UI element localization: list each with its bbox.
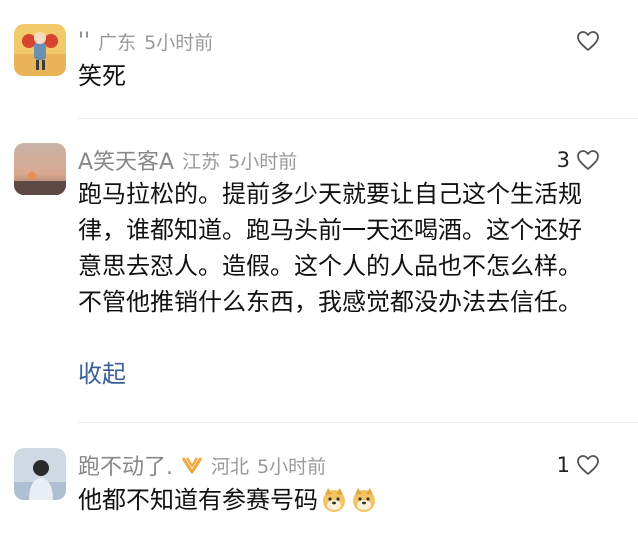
timestamp: 5小时前	[228, 150, 298, 173]
heart-icon	[577, 455, 599, 475]
comment-meta: 跑不动了. 河北 5小时前	[78, 448, 326, 482]
like-count: 3	[556, 148, 570, 172]
comment-text-row: 他都不知道有参赛号码	[78, 482, 598, 524]
heart-icon	[577, 31, 599, 51]
like-count: 1	[556, 453, 570, 477]
username[interactable]: 跑不动了.	[78, 449, 173, 481]
doge-emoji-icon	[350, 486, 378, 524]
avatar[interactable]	[14, 24, 66, 76]
like-button[interactable]: 3	[557, 143, 600, 177]
divider	[78, 422, 638, 423]
username[interactable]: ''	[78, 29, 90, 54]
location: 江苏	[182, 150, 221, 173]
location: 广东	[98, 31, 137, 54]
heart-icon	[577, 150, 599, 170]
sunset-avatar-icon	[14, 143, 66, 195]
comment-meta: '' 广东 5小时前	[78, 24, 213, 58]
comment-text: 跑马拉松的。提前多少天就要让自己这个生活规律，谁都知道。跑马头前一天还喝酒。这个…	[78, 180, 582, 316]
username[interactable]: A笑天客A	[78, 144, 174, 176]
avatar[interactable]	[14, 448, 66, 500]
location: 河北	[211, 455, 250, 478]
comment-text: 笑死	[78, 62, 126, 90]
like-button[interactable]: 1	[557, 448, 600, 482]
doge-emoji-icon	[320, 486, 348, 524]
comment-meta: A笑天客A 江苏 5小时前	[78, 143, 297, 177]
cartoon-avatar-icon	[14, 24, 66, 76]
avatar[interactable]	[14, 143, 66, 195]
like-button[interactable]	[570, 24, 600, 58]
timestamp: 5小时前	[144, 31, 214, 54]
vip-badge-icon	[181, 456, 203, 474]
comment-text: 他都不知道有参赛号码	[78, 486, 318, 514]
timestamp: 5小时前	[257, 455, 327, 478]
divider	[78, 118, 638, 119]
portrait-avatar-icon	[14, 448, 66, 500]
collapse-link[interactable]: 收起	[78, 356, 126, 392]
